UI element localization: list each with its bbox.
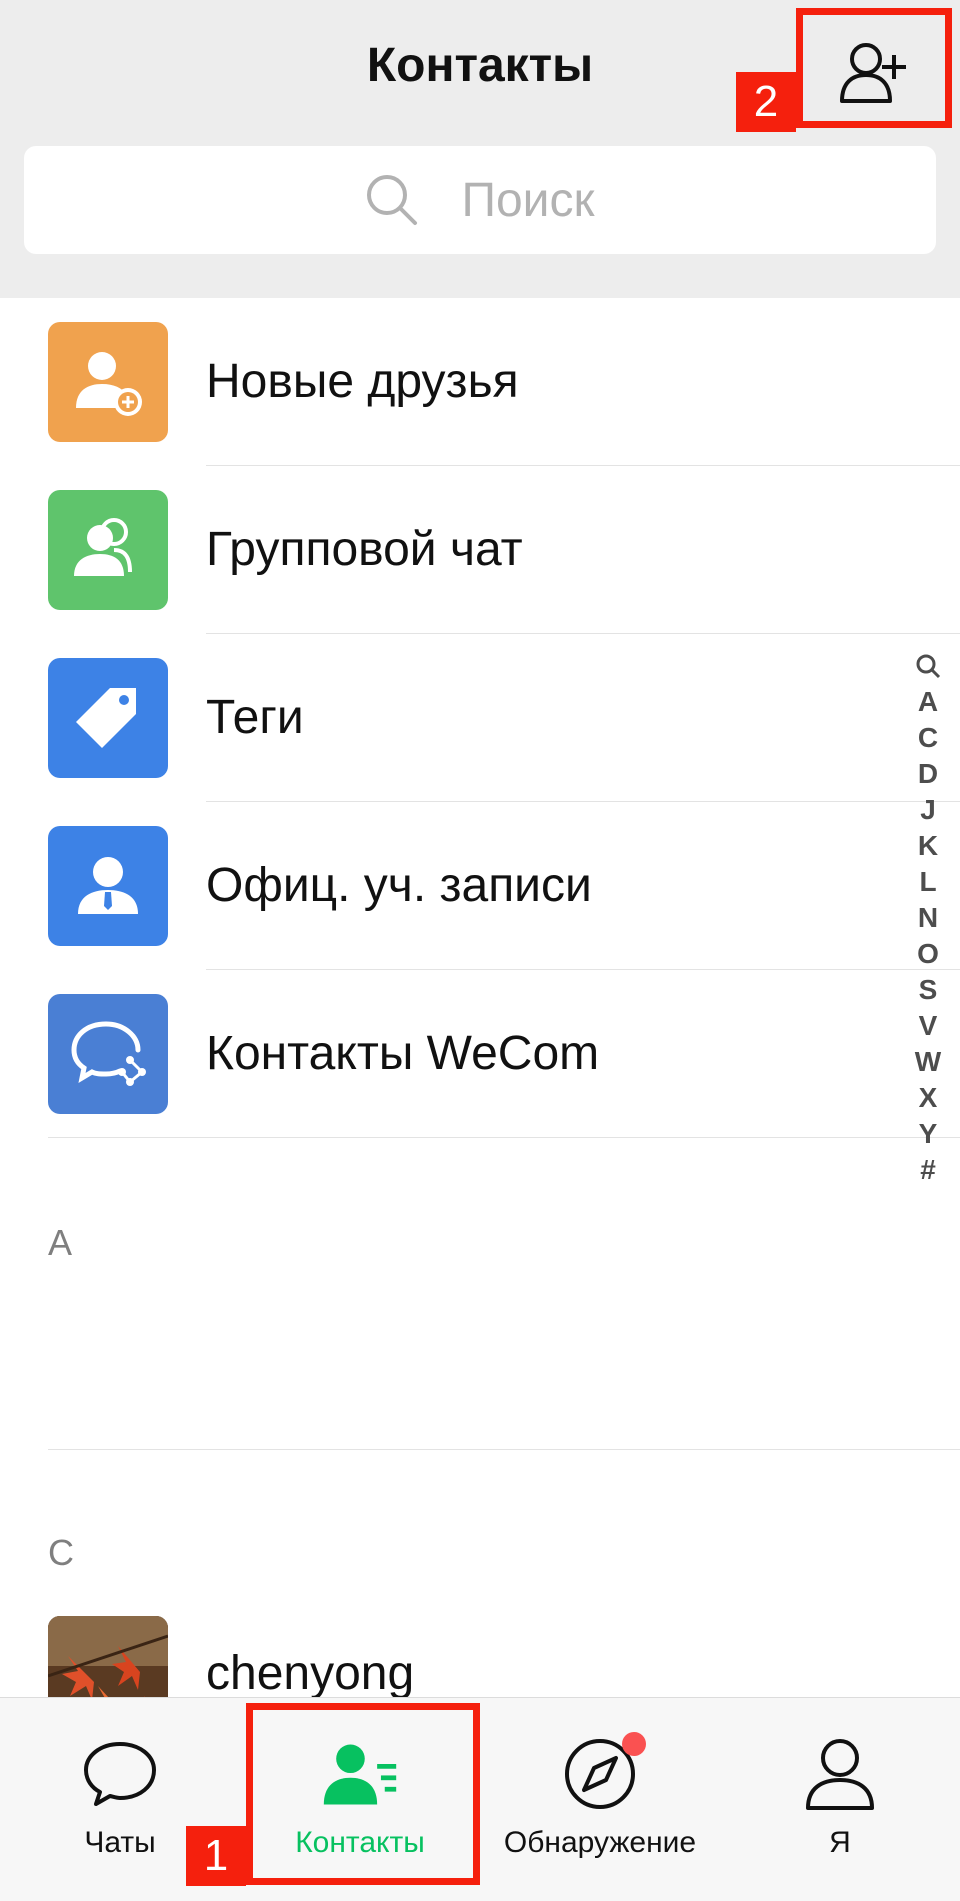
menu-item-official-accounts[interactable]: Офиц. уч. записи (0, 802, 960, 970)
section-header-a: A (48, 1222, 73, 1263)
bottom-tab-bar: Чаты Контакты Обнаружение Я (0, 1697, 960, 1901)
menu-item-label: Теги (206, 691, 304, 744)
group-chat-icon (48, 490, 168, 610)
index-letter[interactable]: S (910, 972, 946, 1008)
notification-badge (622, 1732, 646, 1756)
tab-chats[interactable]: Чаты (40, 1698, 200, 1901)
annotation-number-2: 2 (736, 72, 796, 132)
menu-item-label: Офиц. уч. записи (206, 859, 592, 912)
tab-discover[interactable]: Обнаружение (490, 1698, 710, 1901)
tab-label: Я (829, 1826, 851, 1859)
menu-item-new-friends[interactable]: Новые друзья (0, 298, 960, 466)
index-letter[interactable]: O (910, 936, 946, 972)
index-letter[interactable]: V (910, 1008, 946, 1044)
tab-label: Чаты (84, 1826, 156, 1859)
index-letter[interactable]: C (910, 720, 946, 756)
menu-item-tags[interactable]: Теги (0, 634, 960, 802)
search-placeholder: Поиск (461, 173, 595, 227)
section-header-c: C (48, 1532, 74, 1573)
person-icon (800, 1734, 880, 1814)
tab-me[interactable]: Я (760, 1698, 920, 1901)
alphabet-index-bar[interactable]: A C D J K L N O S V W X Y # (910, 648, 946, 1188)
official-account-icon (48, 826, 168, 946)
menu-item-label: Контакты WeCom (206, 1027, 600, 1080)
index-letter[interactable]: N (910, 900, 946, 936)
divider (48, 1449, 960, 1450)
new-friend-icon (48, 322, 168, 442)
menu-item-wecom-contacts[interactable]: Контакты WeCom (0, 970, 960, 1138)
annotation-number-1: 1 (186, 1826, 246, 1886)
index-search-icon[interactable] (910, 648, 946, 684)
search-icon (367, 175, 418, 225)
index-letter[interactable]: # (910, 1152, 946, 1188)
annotation-highlight-2 (796, 8, 952, 128)
contact-name: chenyong (206, 1647, 415, 1700)
menu-item-group-chat[interactable]: Групповой чат (0, 466, 960, 634)
index-letter[interactable]: L (910, 864, 946, 900)
index-letter[interactable]: W (910, 1044, 946, 1080)
menu-item-label: Новые друзья (206, 355, 519, 408)
divider (48, 1137, 960, 1138)
index-letter[interactable]: K (910, 828, 946, 864)
compass-icon (560, 1732, 646, 1814)
tag-icon (48, 658, 168, 778)
chat-bubble-icon (80, 1734, 160, 1814)
annotation-highlight-1 (246, 1703, 480, 1885)
tab-label: Обнаружение (503, 1826, 697, 1859)
index-letter[interactable]: D (910, 756, 946, 792)
index-letter[interactable]: X (910, 1080, 946, 1116)
index-letter[interactable]: Y (910, 1116, 946, 1152)
index-letter[interactable]: A (910, 684, 946, 720)
wecom-icon (48, 994, 168, 1114)
search-input[interactable]: Поиск (24, 146, 936, 254)
index-letter[interactable]: J (910, 792, 946, 828)
menu-item-label: Групповой чат (206, 523, 523, 576)
